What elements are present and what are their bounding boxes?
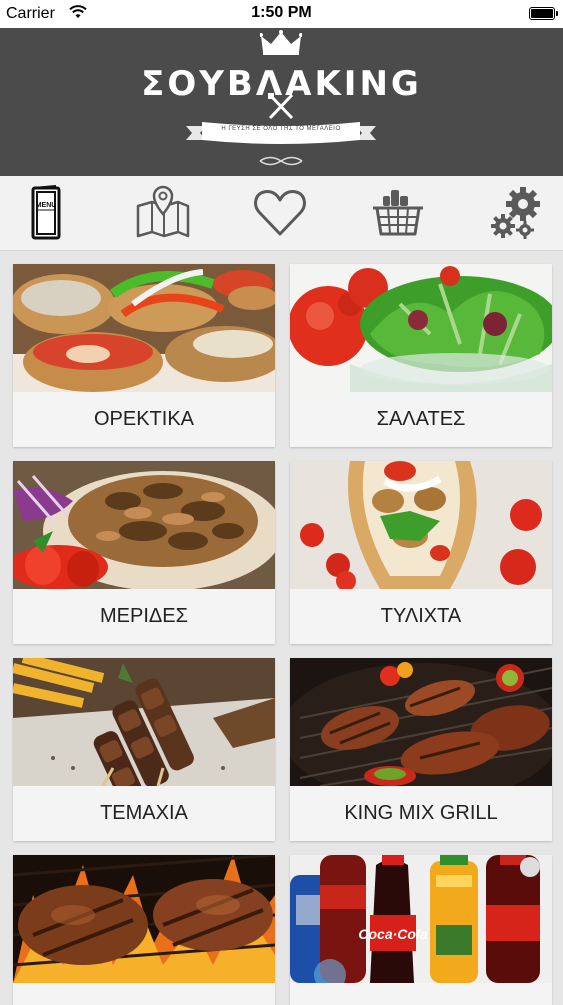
category-photo-steaks-on-fire (13, 855, 275, 983)
menu-book-label: MENU (36, 202, 57, 209)
category-label: KING MIX GRILL (344, 802, 498, 824)
category-photo-soft-drinks: Coca·Cola (290, 855, 552, 983)
crown-icon (260, 30, 302, 55)
category-label: ΤΥΛΙΧΤΑ (380, 605, 462, 627)
menu-button[interactable]: MENU (13, 182, 77, 244)
category-label: ΣΑΛΑΤΕΣ (376, 408, 466, 430)
cutlery-icon (268, 93, 294, 120)
clock: 1:50 PM (251, 4, 312, 21)
category-card-merides[interactable]: ΜΕΡΙΔΕΣ (13, 461, 275, 644)
category-card-steaks[interactable] (13, 855, 275, 1005)
flourish-ornament (259, 156, 303, 166)
status-bar: Carrier 1:50 PM (0, 0, 563, 28)
settings-button[interactable] (484, 182, 548, 244)
cart-button[interactable] (366, 182, 430, 244)
icon-toolbar: MENU (0, 176, 563, 251)
heart-icon (254, 190, 306, 236)
bottle-label-text: Coca·Cola (358, 926, 427, 942)
category-card-temaxia[interactable]: ΤΕΜΑΧΙΑ (13, 658, 275, 841)
category-photo-souvlaki-skewers (13, 658, 275, 786)
category-card-tylixta[interactable]: ΤΥΛΙΧΤΑ (290, 461, 552, 644)
category-card-king-mix-grill[interactable]: KING MIX GRILL (290, 658, 552, 841)
menu-book-icon: MENU (31, 185, 61, 240)
category-label: ΟΡΕΚΤΙΚΑ (93, 408, 195, 430)
map-pin-icon (136, 185, 190, 238)
tagline: Η ΓΕΥΣΗ ΣΕ ΟΛΟ ΤΗΣ ΤΟ ΜΕΓΑΛΕΙΟ (221, 126, 341, 132)
category-photo-pita-wrap (290, 461, 552, 589)
favorites-button[interactable] (248, 182, 312, 244)
category-label (290, 983, 552, 1005)
category-card-drinks[interactable]: Coca·Cola (290, 855, 552, 1005)
category-photo-salad (290, 264, 552, 392)
category-label: ΤΕΜΑΧΙΑ (100, 802, 188, 824)
map-button[interactable] (131, 182, 195, 244)
app-header: ΣΟΥΒΛΑΚΙΝG Η ΓΕΥΣΗ ΣΕ ΟΛΟ ΤΗΣ ΤΟ ΜΕΓΑΛΕΙ… (0, 28, 563, 176)
category-label: ΜΕΡΙΔΕΣ (100, 605, 188, 627)
tagline-ribbon (186, 122, 376, 144)
category-label (13, 983, 275, 1005)
category-card-orektika[interactable]: ΟΡΕΚΤΙΚΑ (13, 264, 275, 447)
category-photo-bruschetta (13, 264, 275, 392)
battery-icon (529, 7, 558, 20)
shopping-basket-icon (373, 190, 423, 236)
gears-icon (491, 187, 540, 239)
category-photo-mixed-grill (290, 658, 552, 786)
category-photo-gyros-plate (13, 461, 275, 589)
category-grid: ΟΡΕΚΤΙΚΑ ΣΑΛΑΤΕΣ ΜΕΡΙΔΕΣ ΤΥΛΙΧΤΑ ΤΕΜΑΧΙΑ… (0, 250, 563, 1005)
category-card-salates[interactable]: ΣΑΛΑΤΕΣ (290, 264, 552, 447)
